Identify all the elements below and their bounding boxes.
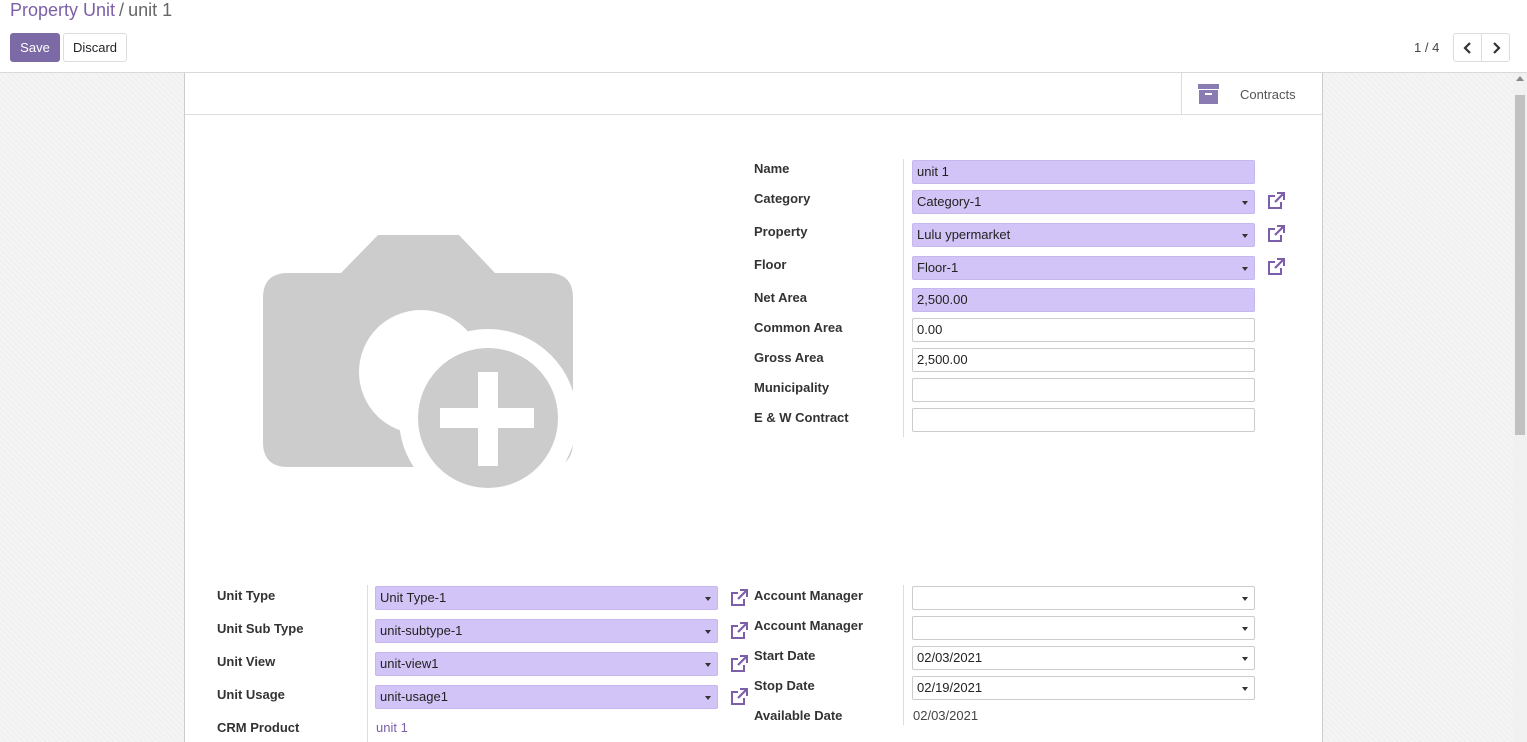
ew-contract-label: E & W Contract: [754, 410, 849, 425]
external-link-icon[interactable]: [729, 654, 749, 674]
category-value: Category-1: [917, 194, 982, 209]
breadcrumb-separator: /: [119, 0, 125, 20]
start-date-value: 02/03/2021: [917, 650, 983, 665]
button-box: Contracts: [185, 73, 1322, 115]
scrollbar-thumb[interactable]: [1515, 95, 1525, 435]
chevron-right-icon: [1493, 42, 1501, 54]
unit-sub-type-label: Unit Sub Type: [217, 621, 304, 636]
unit-view-select[interactable]: unit-view1: [375, 652, 718, 676]
start-date-picker[interactable]: 02/03/2021: [912, 646, 1255, 670]
field-separator: [903, 585, 904, 725]
pager-value[interactable]: 1 / 4: [1414, 40, 1439, 55]
form-sheet: Contracts Name unit 1 Category Category-…: [184, 73, 1323, 742]
crm-product-label: CRM Product: [217, 720, 300, 735]
name-input[interactable]: unit 1: [912, 160, 1255, 184]
field-separator: [367, 585, 368, 742]
camera-plus-icon: [263, 235, 577, 507]
chevron-left-icon: [1463, 42, 1471, 54]
chevron-down-icon: [1242, 597, 1248, 601]
floor-value: Floor-1: [917, 260, 959, 275]
save-button[interactable]: Save: [10, 33, 60, 62]
available-date-value: 02/03/2021: [913, 708, 979, 723]
control-panel: Property Unit / unit 1 Save Discard 1 / 4: [0, 0, 1527, 73]
chevron-down-icon: [1242, 234, 1248, 238]
breadcrumb-current: unit 1: [128, 0, 173, 20]
contracts-smart-button[interactable]: Contracts: [1181, 73, 1323, 114]
external-link-icon[interactable]: [729, 588, 749, 608]
external-link-icon[interactable]: [1266, 257, 1286, 277]
archive-icon: [1198, 84, 1219, 104]
breadcrumb: Property Unit / unit 1: [10, 0, 172, 20]
external-link-icon[interactable]: [1266, 191, 1286, 211]
unit-usage-value: unit-usage1: [380, 689, 448, 704]
unit-view-value: unit-view1: [380, 656, 439, 671]
external-link-icon[interactable]: [1266, 224, 1286, 244]
gross-area-input[interactable]: 2,500.00: [912, 348, 1255, 372]
stop-date-picker[interactable]: 02/19/2021: [912, 676, 1255, 700]
unit-usage-label: Unit Usage: [217, 687, 285, 702]
property-select[interactable]: Lulu ypermarket: [912, 223, 1255, 247]
net-area-input[interactable]: 2,500.00: [912, 288, 1255, 312]
chevron-down-icon: [1242, 267, 1248, 271]
floor-label: Floor: [754, 257, 787, 272]
unit-type-select[interactable]: Unit Type-1: [375, 586, 718, 610]
crm-product-link[interactable]: unit 1: [376, 720, 408, 735]
stop-date-label: Stop Date: [754, 678, 815, 693]
external-link-icon[interactable]: [729, 621, 749, 641]
municipality-input[interactable]: [912, 378, 1255, 402]
vertical-scrollbar[interactable]: [1513, 73, 1527, 742]
chevron-down-icon: [1242, 657, 1248, 661]
floor-select[interactable]: Floor-1: [912, 256, 1255, 280]
common-area-label: Common Area: [754, 320, 843, 335]
unit-image-field[interactable]: [263, 235, 577, 510]
scroll-up-arrow-icon[interactable]: [1516, 76, 1524, 81]
property-value: Lulu ypermarket: [917, 227, 1011, 242]
external-link-icon[interactable]: [729, 687, 749, 707]
municipality-label: Municipality: [754, 380, 830, 395]
chevron-down-icon: [705, 630, 711, 634]
unit-sub-type-select[interactable]: unit-subtype-1: [375, 619, 718, 643]
account-manager-select[interactable]: [912, 586, 1255, 610]
unit-sub-type-value: unit-subtype-1: [380, 623, 463, 638]
breadcrumb-parent-link[interactable]: Property Unit: [10, 0, 115, 20]
stop-date-value: 02/19/2021: [917, 680, 983, 695]
account-manager-label: Account Manager: [754, 618, 864, 633]
chevron-down-icon: [705, 663, 711, 667]
available-date-label: Available Date: [754, 708, 843, 723]
form-view: Contracts Name unit 1 Category Category-…: [0, 73, 1513, 742]
chevron-down-icon: [705, 597, 711, 601]
discard-button[interactable]: Discard: [63, 33, 127, 62]
unit-type-label: Unit Type: [217, 588, 276, 603]
gross-area-label: Gross Area: [754, 350, 824, 365]
common-area-input[interactable]: 0.00: [912, 318, 1255, 342]
category-select[interactable]: Category-1: [912, 190, 1255, 214]
property-label: Property: [754, 224, 808, 239]
account-manager-label: Account Manager: [754, 588, 864, 603]
field-separator: [903, 159, 904, 437]
ew-contract-input[interactable]: [912, 408, 1255, 432]
name-label: Name: [754, 161, 790, 176]
contracts-label: Contracts: [1240, 87, 1296, 102]
start-date-label: Start Date: [754, 648, 816, 663]
account-manager-select[interactable]: [912, 616, 1255, 640]
chevron-down-icon: [1242, 687, 1248, 691]
chevron-down-icon: [705, 696, 711, 700]
pager-previous-button[interactable]: [1453, 33, 1482, 62]
chevron-down-icon: [1242, 627, 1248, 631]
chevron-down-icon: [1242, 201, 1248, 205]
net-area-label: Net Area: [754, 290, 807, 305]
unit-view-label: Unit View: [217, 654, 276, 669]
unit-type-value: Unit Type-1: [380, 590, 447, 605]
pager-next-button[interactable]: [1481, 33, 1510, 62]
unit-usage-select[interactable]: unit-usage1: [375, 685, 718, 709]
category-label: Category: [754, 191, 811, 206]
